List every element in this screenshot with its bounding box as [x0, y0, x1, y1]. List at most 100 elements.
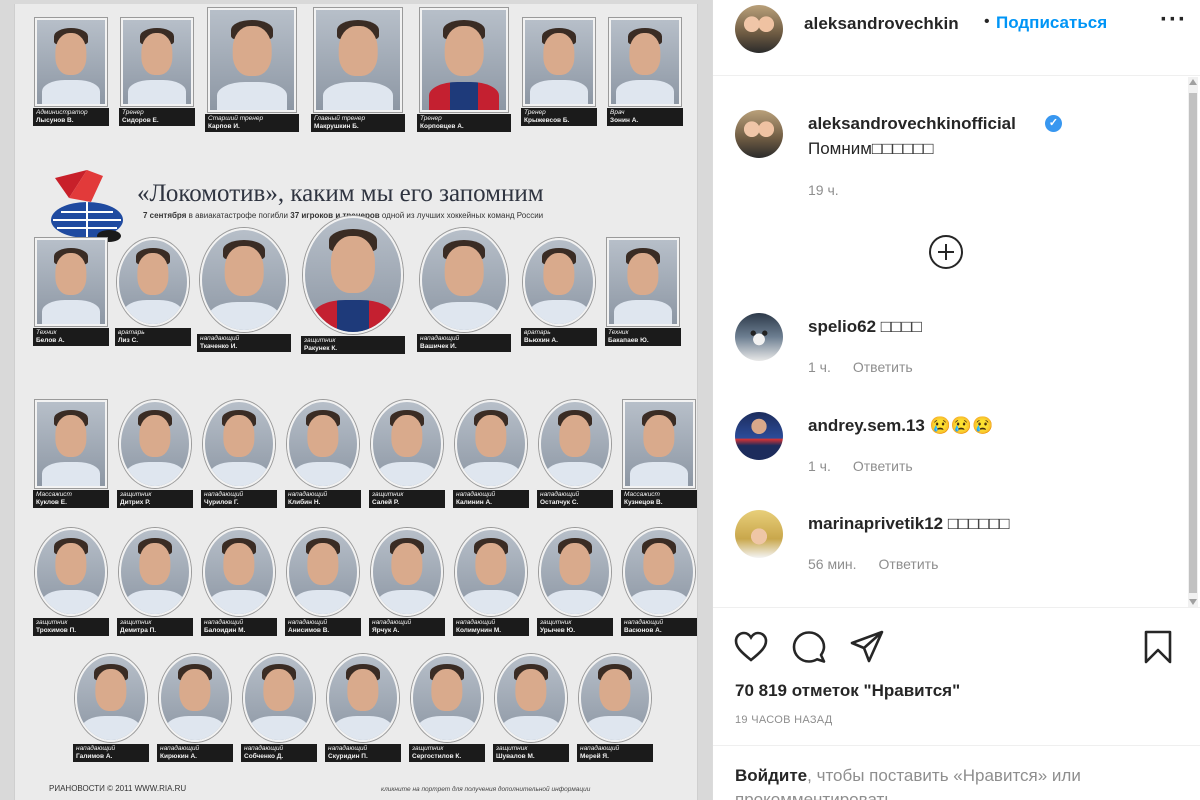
- portrait-role: вратарь: [118, 329, 145, 336]
- portrait-name: Ткаченко И.: [200, 343, 238, 350]
- portrait-caption: Массажист Кузнецов В.: [621, 490, 697, 508]
- portrait-body: [614, 300, 672, 324]
- portrait-card[interactable]: нападающий Кирюкин А.: [157, 654, 233, 762]
- portrait-photo: [420, 8, 508, 112]
- comment-username[interactable]: marinaprivetik12 □□□□□□: [808, 514, 1009, 534]
- portrait-name: Скуридин П.: [328, 753, 368, 760]
- portrait-card[interactable]: Массажист Кузнецов В.: [621, 400, 697, 508]
- login-prompt: Войдите, чтобы поставить «Нравится» или …: [713, 745, 1200, 800]
- scroll-down-icon[interactable]: [1189, 599, 1197, 605]
- portrait-card[interactable]: нападающий Калинин А.: [453, 400, 529, 508]
- portrait-name: Чурилов Г.: [204, 499, 239, 506]
- portrait-card[interactable]: нападающий Клибин Н.: [285, 400, 361, 508]
- portrait-card[interactable]: Старший тренер Карпов И.: [205, 8, 299, 132]
- portrait-photo: [303, 216, 403, 334]
- portrait-face: [263, 669, 295, 712]
- portrait-photo: [455, 400, 527, 488]
- portrait-face: [475, 543, 507, 586]
- portrait-card[interactable]: защитник Шувалов М.: [493, 654, 569, 762]
- portrait-card[interactable]: нападающий Собченко Д.: [241, 654, 317, 762]
- portrait-card[interactable]: защитник Салей Р.: [369, 400, 445, 508]
- more-icon[interactable]: ···: [1160, 6, 1187, 34]
- portrait-face: [475, 415, 507, 458]
- scrollbar-thumb[interactable]: [1189, 93, 1197, 593]
- portrait-card[interactable]: защитник Демитра П.: [117, 528, 193, 636]
- scrollbar[interactable]: [1188, 77, 1198, 607]
- comment-username[interactable]: spelio62 □□□□: [808, 317, 922, 337]
- portrait-card[interactable]: Администратор Лысунов В.: [33, 18, 109, 126]
- portrait-card[interactable]: нападающий Галимов А.: [73, 654, 149, 762]
- follow-button[interactable]: Подписаться: [996, 13, 1107, 33]
- bookmark-icon[interactable]: [1140, 629, 1176, 665]
- portrait-card[interactable]: нападающий Анисимов В.: [285, 528, 361, 636]
- share-icon[interactable]: [849, 629, 885, 665]
- comment-avatar[interactable]: [735, 510, 783, 558]
- portrait-card[interactable]: нападающий Балоидин М.: [201, 528, 277, 636]
- portrait-card[interactable]: нападающий Чурилов Г.: [201, 400, 277, 508]
- portrait-face: [391, 543, 423, 586]
- portrait-card[interactable]: Техник Бакапаев Ю.: [605, 238, 681, 346]
- poster-sheet: «Локомотив», каким мы его запомним 7 сен…: [14, 4, 698, 800]
- portrait-card[interactable]: Техник Белов А.: [33, 238, 109, 346]
- comment-avatar[interactable]: [735, 412, 783, 460]
- portrait-card[interactable]: нападающий Вашичек И.: [417, 228, 511, 352]
- portrait-face: [347, 669, 379, 712]
- portrait-photo: [287, 528, 359, 616]
- portrait-card[interactable]: Тренер Сидоров Е.: [119, 18, 195, 126]
- heart-icon[interactable]: [733, 629, 769, 665]
- author-avatar[interactable]: [735, 5, 783, 53]
- portrait-card[interactable]: защитник Трохимов П.: [33, 528, 109, 636]
- portrait-role: Тренер: [420, 115, 442, 122]
- portrait-role: защитник: [496, 745, 528, 752]
- comments-section[interactable]: aleksandrovechkinofficial ✓ Помним□□□□□□…: [713, 77, 1200, 607]
- comment-time[interactable]: 1 ч.: [808, 458, 831, 474]
- author-username[interactable]: aleksandrovechkin: [804, 14, 959, 34]
- portrait-card[interactable]: нападающий Мерей Я.: [577, 654, 653, 762]
- comment-time[interactable]: 1 ч.: [808, 359, 831, 375]
- post-image[interactable]: «Локомотив», каким мы его запомним 7 сен…: [0, 0, 712, 800]
- reply-button[interactable]: Ответить: [853, 359, 913, 375]
- portrait-name: Мерей Я.: [580, 753, 609, 760]
- portrait-card[interactable]: нападающий Ткаченко И.: [197, 228, 291, 352]
- portrait-card[interactable]: Тренер Крыжевсов Б.: [521, 18, 597, 126]
- portrait-card[interactable]: защитник Ракунек К.: [301, 216, 405, 354]
- portrait-card[interactable]: Врач Зонин А.: [607, 18, 683, 126]
- portrait-role: нападающий: [580, 745, 620, 752]
- portrait-card[interactable]: нападающий Колимунин М.: [453, 528, 529, 636]
- comment-time[interactable]: 56 мин.: [808, 556, 857, 572]
- portrait-body: [166, 716, 224, 740]
- portrait-body: [42, 300, 100, 324]
- portrait-card[interactable]: защитник Сергостилов К.: [409, 654, 485, 762]
- login-link[interactable]: Войдите: [735, 766, 807, 785]
- post-timestamp[interactable]: 19 ЧАСОВ НАЗАД: [735, 714, 833, 726]
- portrait-card[interactable]: вратарь Вьюхин А.: [521, 238, 597, 346]
- comment-username[interactable]: andrey.sem.13 😢😢😢: [808, 416, 993, 436]
- reply-button[interactable]: Ответить: [879, 556, 939, 572]
- portrait-card[interactable]: Массажист Куклов Е.: [33, 400, 109, 508]
- portrait-card[interactable]: защитник Дитрих Р.: [117, 400, 193, 508]
- portrait-card[interactable]: защитник Урычев Ю.: [537, 528, 613, 636]
- portrait-card[interactable]: нападающий Скуридин П.: [325, 654, 401, 762]
- caption-avatar[interactable]: [735, 110, 783, 158]
- caption-username[interactable]: aleksandrovechkinofficial: [808, 114, 1016, 134]
- comment-avatar[interactable]: [735, 313, 783, 361]
- portrait-card[interactable]: Тренер Корповцев А.: [417, 8, 511, 132]
- portrait-card[interactable]: нападающий Остапчук С.: [537, 400, 613, 508]
- portrait-card[interactable]: нападающий Васюнов А.: [621, 528, 697, 636]
- portrait-caption: нападающий Мерей Я.: [577, 744, 653, 762]
- reply-button[interactable]: Ответить: [853, 458, 913, 474]
- portrait-role: нападающий: [288, 491, 328, 498]
- portrait-role: Массажист: [36, 491, 72, 498]
- plus-circle-icon[interactable]: [929, 235, 963, 269]
- scroll-up-icon[interactable]: [1189, 79, 1197, 85]
- caption-time[interactable]: 19 ч.: [808, 182, 839, 198]
- portrait-card[interactable]: вратарь Лиз С.: [115, 238, 191, 346]
- portrait-card[interactable]: нападающий Ярчук А.: [369, 528, 445, 636]
- portrait-name: Калинин А.: [456, 499, 492, 506]
- likes-count[interactable]: 70 819 отметок "Нравится": [735, 681, 960, 701]
- portrait-card[interactable]: Главный тренер Макрушкин Б.: [311, 8, 405, 132]
- comment-icon[interactable]: [791, 629, 827, 665]
- portrait-body: [428, 302, 500, 330]
- portrait-photo: [523, 238, 595, 326]
- portrait-role: защитник: [540, 619, 572, 626]
